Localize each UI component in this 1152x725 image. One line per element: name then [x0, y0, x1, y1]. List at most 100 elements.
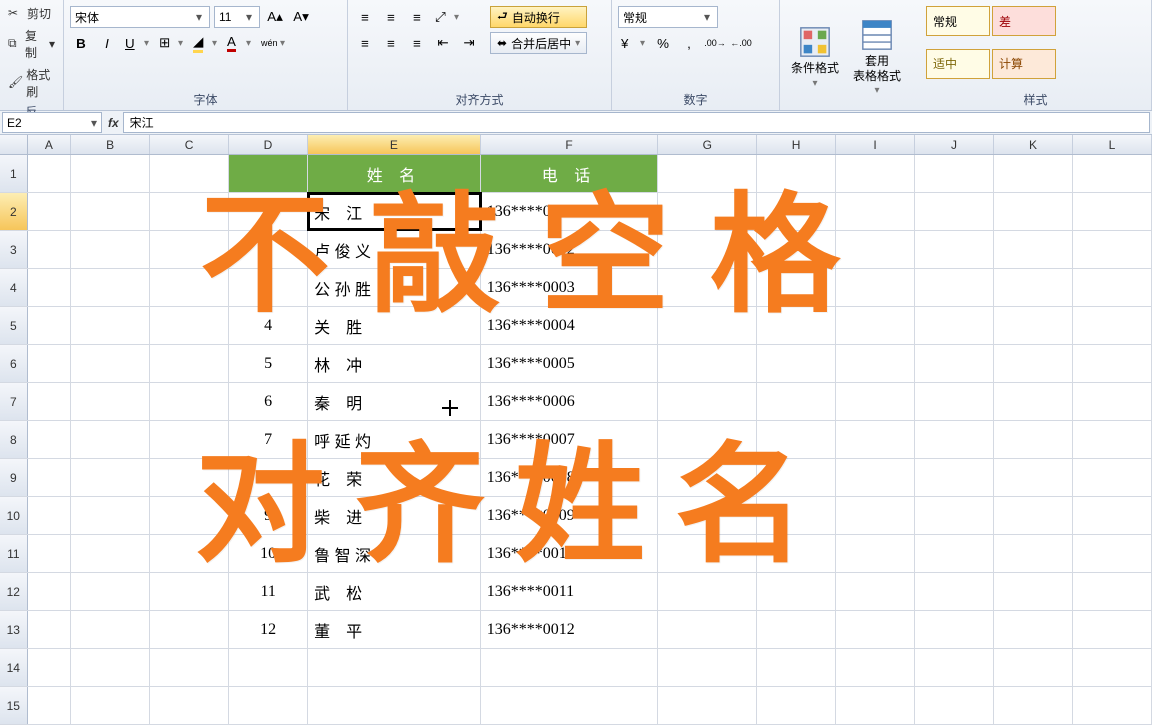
cell[interactable] — [1073, 269, 1152, 306]
cell[interactable] — [915, 383, 994, 420]
cell[interactable] — [757, 459, 836, 496]
cut-button[interactable]: ✂ 剪切 — [6, 4, 57, 23]
cell[interactable] — [757, 193, 836, 230]
row-header[interactable]: 15 — [0, 687, 28, 724]
cell[interactable] — [915, 687, 994, 724]
conditional-format-button[interactable]: 条件格式 ▾ — [786, 2, 844, 106]
cell[interactable] — [994, 231, 1073, 268]
cell-phone[interactable]: 136****0003 — [481, 269, 659, 306]
cell-num[interactable]: 9 — [229, 497, 308, 534]
col-header-k[interactable]: K — [994, 135, 1073, 154]
italic-button[interactable]: I — [96, 32, 118, 54]
row-header[interactable]: 9 — [0, 459, 28, 496]
cell[interactable] — [836, 269, 915, 306]
cell[interactable] — [757, 155, 836, 192]
indent-dec-button[interactable]: ⇤ — [432, 32, 454, 54]
align-left-button[interactable]: ≡ — [354, 32, 376, 54]
col-header-h[interactable]: H — [757, 135, 836, 154]
borders-button[interactable]: ⊞▾ — [156, 32, 186, 54]
cell-name[interactable]: 呼 延 灼 — [308, 421, 481, 458]
cell[interactable] — [150, 687, 229, 724]
align-center-button[interactable]: ≡ — [380, 32, 402, 54]
cell[interactable] — [71, 649, 150, 686]
cell[interactable] — [71, 193, 150, 230]
comma-button[interactable]: , — [678, 32, 700, 54]
cell[interactable] — [658, 345, 757, 382]
col-header-a[interactable]: A — [28, 135, 71, 154]
cell[interactable] — [836, 573, 915, 610]
cell[interactable] — [28, 345, 72, 382]
shrink-font-button[interactable]: A▾ — [290, 6, 312, 28]
cell-num[interactable]: 12 — [229, 611, 308, 648]
cell[interactable] — [915, 307, 994, 344]
cell[interactable] — [836, 307, 915, 344]
cell[interactable] — [757, 383, 836, 420]
col-header-j[interactable]: J — [915, 135, 994, 154]
cell[interactable] — [836, 687, 915, 724]
cell-phone[interactable]: 136****0004 — [481, 307, 659, 344]
dec-decimal-button[interactable]: ←.00 — [730, 32, 752, 54]
cell-header-name[interactable]: 姓 名 — [308, 155, 481, 192]
cell[interactable] — [994, 649, 1073, 686]
percent-button[interactable]: % — [652, 32, 674, 54]
cell[interactable] — [994, 383, 1073, 420]
cell[interactable] — [915, 535, 994, 572]
font-size-combo[interactable]: 11 ▾ — [214, 6, 260, 28]
cell[interactable] — [28, 383, 72, 420]
cell[interactable] — [71, 155, 150, 192]
row-header[interactable]: 3 — [0, 231, 28, 268]
cell-phone[interactable]: 136****0007 — [481, 421, 659, 458]
cell[interactable] — [994, 497, 1073, 534]
cell[interactable] — [71, 383, 150, 420]
cell[interactable] — [757, 535, 836, 572]
inc-decimal-button[interactable]: .00→ — [704, 32, 726, 54]
align-middle-button[interactable]: ≡ — [380, 6, 402, 28]
cell[interactable] — [757, 421, 836, 458]
style-gallery[interactable]: 常规 差 适中 计算 — [926, 2, 1056, 89]
select-all-button[interactable] — [0, 135, 28, 154]
name-box[interactable]: E2 ▾ — [2, 112, 102, 133]
cell[interactable] — [150, 155, 229, 192]
col-header-f[interactable]: F — [481, 135, 659, 154]
cell[interactable] — [658, 497, 757, 534]
indent-inc-button[interactable]: ⇥ — [458, 32, 480, 54]
cell[interactable] — [658, 687, 757, 724]
cell[interactable] — [28, 231, 72, 268]
cell[interactable] — [994, 345, 1073, 382]
cell[interactable] — [915, 155, 994, 192]
cell[interactable] — [994, 611, 1073, 648]
cell-name[interactable]: 柴 进 — [308, 497, 481, 534]
cell[interactable] — [994, 193, 1073, 230]
cell[interactable] — [757, 497, 836, 534]
cell[interactable] — [658, 231, 757, 268]
cell[interactable] — [481, 649, 659, 686]
cell-num[interactable]: 6 — [229, 383, 308, 420]
cell-phone[interactable]: 136****0009 — [481, 497, 659, 534]
cell[interactable] — [658, 535, 757, 572]
cell[interactable] — [658, 573, 757, 610]
cell[interactable] — [658, 649, 757, 686]
cell[interactable] — [994, 155, 1073, 192]
cell[interactable] — [28, 573, 72, 610]
cell[interactable] — [994, 269, 1073, 306]
cell[interactable] — [308, 649, 481, 686]
col-header-i[interactable]: I — [836, 135, 915, 154]
format-painter-button[interactable]: 🖌 格式刷 — [6, 65, 57, 101]
row-header[interactable]: 4 — [0, 269, 28, 306]
font-color-button[interactable]: A▾ — [224, 32, 254, 54]
col-header-l[interactable]: L — [1073, 135, 1152, 154]
style-bad[interactable]: 差 — [992, 6, 1056, 36]
col-header-c[interactable]: C — [150, 135, 229, 154]
cell[interactable] — [150, 611, 229, 648]
orientation-button[interactable]: ⤢▾ — [432, 6, 462, 28]
cell[interactable] — [28, 687, 72, 724]
row-header[interactable]: 7 — [0, 383, 28, 420]
cell-num[interactable]: 5 — [229, 345, 308, 382]
row-header[interactable]: 14 — [0, 649, 28, 686]
cell[interactable] — [1073, 649, 1152, 686]
cell[interactable] — [28, 649, 72, 686]
cell[interactable] — [658, 383, 757, 420]
cell[interactable] — [71, 307, 150, 344]
cell[interactable] — [28, 307, 72, 344]
cell[interactable] — [71, 459, 150, 496]
